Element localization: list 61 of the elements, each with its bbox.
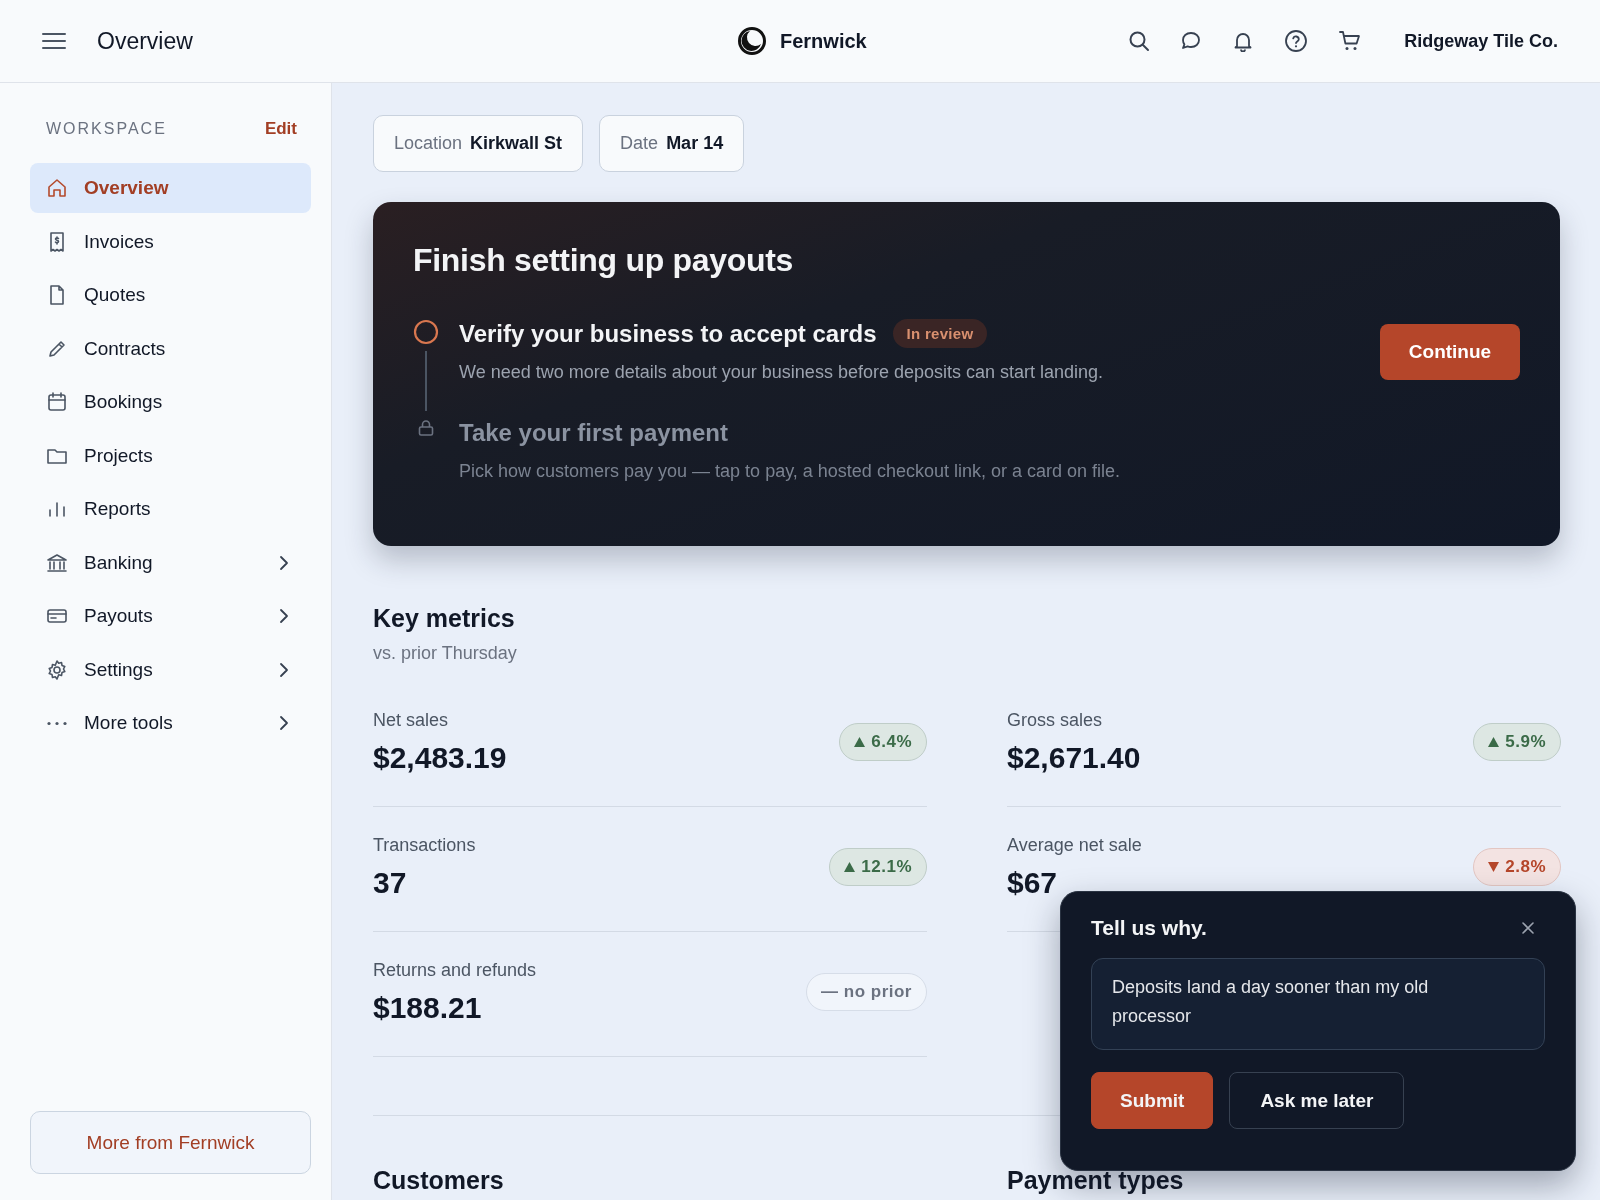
sidebar-item[interactable]: More tools <box>30 698 311 748</box>
metric-value: $67 <box>1007 865 1059 900</box>
metric-label: Gross sales <box>1007 709 1104 731</box>
calendar-icon <box>46 391 68 413</box>
sidebar-item[interactable]: Banking <box>30 537 311 588</box>
logo-icon <box>738 27 766 55</box>
sidebar-item[interactable]: Overview <box>30 163 311 213</box>
status-badge: In review <box>892 319 988 348</box>
metric-label: Net sales <box>373 709 450 731</box>
continue-button[interactable]: Continue <box>1380 324 1520 380</box>
metric-label: Transactions <box>373 834 476 856</box>
menu-icon[interactable] <box>42 32 66 50</box>
change-badge: 2.8% <box>1473 848 1561 886</box>
dots-icon <box>46 720 68 726</box>
step-description: We need two more details about your business before deposits can start landing. <box>459 362 1104 383</box>
card-title: Finish setting up payouts <box>413 242 795 279</box>
step-title: Verify your business to accept cards <box>459 319 877 348</box>
change-badge: 5.9% <box>1473 723 1561 761</box>
metric-value: $2,483.19 <box>373 740 507 775</box>
metric-value: $2,671.40 <box>1007 740 1141 775</box>
sidebar-item[interactable]: Invoices <box>30 216 311 267</box>
metric-value: $188.21 <box>373 990 483 1025</box>
page-title: Overview <box>97 27 193 55</box>
metric-value: 37 <box>373 865 408 900</box>
change-badge: — no prior <box>806 973 927 1011</box>
cart-icon[interactable] <box>1338 29 1363 53</box>
section-title: Key metrics <box>373 604 516 633</box>
metric-label: Average net sale <box>1007 834 1142 856</box>
filter-chip[interactable]: Location Kirkwall St <box>373 115 584 172</box>
filter-chip[interactable]: Date Mar 14 <box>599 115 745 172</box>
close-icon[interactable] <box>1521 921 1535 935</box>
section-title: Customers <box>373 1166 505 1195</box>
step-description: Pick how customers pay you — tap to pay, a hosted checkout link, or a card on file. <box>459 461 1120 482</box>
sidebar-item[interactable]: Settings <box>30 644 311 695</box>
change-badge: 12.1% <box>829 848 927 886</box>
sidebar-item[interactable]: Reports <box>30 484 311 534</box>
sidebar-item[interactable]: Contracts <box>30 323 311 374</box>
metric-label: Returns and refunds <box>373 959 537 981</box>
sidebar-item[interactable]: Bookings <box>30 377 311 427</box>
help-icon[interactable] <box>1284 29 1309 53</box>
more-from-button[interactable]: More from Fernwick <box>30 1111 311 1174</box>
change-badge: 6.4% <box>839 723 927 761</box>
chat-bubble-icon[interactable] <box>1180 30 1203 52</box>
answer-box[interactable]: Deposits land a day sooner than my old processor <box>1091 958 1545 1050</box>
section-label: WORKSPACE <box>46 120 167 138</box>
account-name[interactable]: Ridgeway Tile Co. <box>1404 30 1558 52</box>
section-subtitle: vs. prior Thursday <box>373 643 518 664</box>
search-icon[interactable] <box>1128 30 1151 52</box>
gear-icon <box>46 658 68 681</box>
bank-icon <box>46 551 68 574</box>
sidebar-item[interactable]: Payouts <box>30 591 311 641</box>
section-title: Payment types <box>1007 1166 1185 1195</box>
sidebar-item[interactable]: Quotes <box>30 270 311 320</box>
step-title: Take your first payment <box>459 419 728 447</box>
later-button[interactable]: Ask me later <box>1229 1072 1405 1129</box>
submit-button[interactable]: Submit <box>1091 1072 1214 1129</box>
sidebar-item[interactable]: Projects <box>30 430 311 481</box>
house-icon <box>46 177 68 199</box>
brand-name: Fernwick <box>780 29 867 53</box>
popup-title: Tell us why. <box>1091 916 1207 940</box>
edit-link[interactable]: Edit <box>264 119 297 139</box>
